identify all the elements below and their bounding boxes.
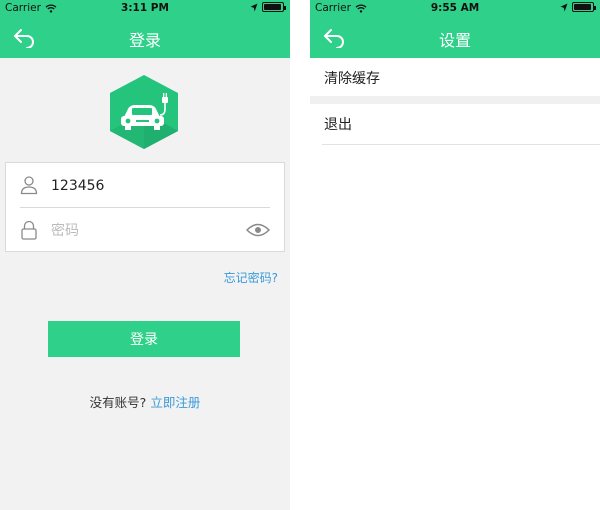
battery-level xyxy=(574,4,592,10)
battery-icon xyxy=(572,2,596,12)
register-prompt-text: 没有账号? xyxy=(89,395,147,410)
screen-gap xyxy=(290,0,310,510)
navigation-bar: 设置 xyxy=(310,16,600,58)
clear-cache-label: 清除缓存 xyxy=(324,71,380,87)
page-title: 登录 xyxy=(128,31,161,50)
page-title: 设置 xyxy=(438,31,471,50)
status-bar: Carrier 3:11 PM xyxy=(0,0,290,16)
list-divider xyxy=(322,144,600,145)
register-prompt: 没有账号? 立即注册 xyxy=(0,392,290,411)
forgot-password-link[interactable]: 忘记密码? xyxy=(224,269,278,286)
eye-icon[interactable] xyxy=(246,222,270,238)
login-button[interactable]: 登录 xyxy=(48,321,240,357)
password-input[interactable] xyxy=(51,220,241,242)
register-link[interactable]: 立即注册 xyxy=(150,395,200,410)
battery-icon xyxy=(262,2,286,12)
status-time: 3:11 PM xyxy=(121,2,169,14)
user-icon xyxy=(20,176,38,195)
ev-car-charging-logo-icon xyxy=(110,75,178,149)
password-field xyxy=(6,208,284,253)
login-form xyxy=(5,162,285,252)
logout-label: 退出 xyxy=(324,117,352,133)
lock-icon xyxy=(21,220,37,240)
settings-screen: Carrier 9:55 AM 设置 清除缓存 退出 xyxy=(310,0,600,510)
clear-cache-item[interactable]: 清除缓存 xyxy=(310,58,600,98)
section-separator xyxy=(310,96,600,104)
location-arrow-icon xyxy=(560,3,568,11)
location-arrow-icon xyxy=(250,3,258,11)
login-screen: Carrier 3:11 PM 登录 123456 忘记密码? 登录 没有账号?… xyxy=(0,0,290,510)
status-bar: Carrier 9:55 AM xyxy=(310,0,600,16)
status-time: 9:55 AM xyxy=(430,2,480,14)
battery-level xyxy=(264,4,282,10)
navigation-bar: 登录 xyxy=(0,16,290,58)
username-input[interactable] xyxy=(51,175,241,197)
logout-item[interactable]: 退出 xyxy=(310,104,600,144)
username-field xyxy=(6,163,284,208)
